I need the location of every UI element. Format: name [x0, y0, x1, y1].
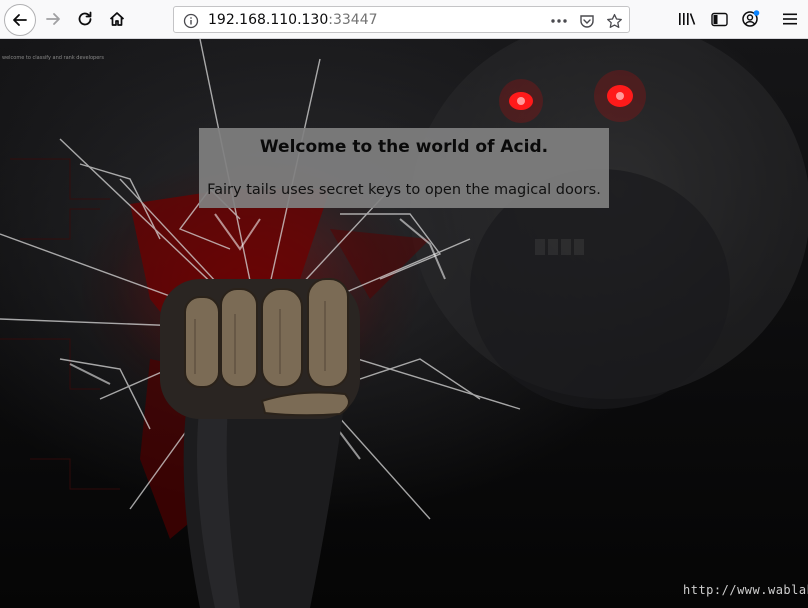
info-icon[interactable] [181, 11, 201, 31]
star-icon[interactable] [604, 11, 624, 31]
home-icon [109, 12, 125, 26]
tiny-header-text: welcome to classify and rank developers [2, 55, 104, 61]
sidebar-icon[interactable] [708, 8, 730, 30]
welcome-box: Welcome to the world of Acid. Fairy tail… [199, 128, 609, 208]
page-title: Welcome to the world of Acid. [259, 137, 549, 157]
more-dots-icon[interactable] [549, 11, 569, 31]
page-subtitle: Fairy tails uses secret keys to open the… [207, 182, 601, 198]
url-bar[interactable]: 192.168.110.130:33447 [173, 6, 630, 33]
home-button[interactable] [102, 5, 132, 33]
background-artwork [0, 39, 808, 608]
url-port: :33447 [328, 12, 378, 28]
library-icon[interactable] [676, 8, 698, 30]
forward-arrow-icon [46, 13, 60, 25]
url-host: 192.168.110.130 [208, 12, 329, 28]
forward-button[interactable] [38, 5, 68, 33]
page-content: welcome to classify and rank developers … [0, 39, 808, 608]
account-icon[interactable] [740, 8, 762, 30]
back-arrow-icon [13, 14, 27, 26]
hamburger-menu-icon[interactable] [779, 8, 801, 30]
back-button[interactable] [4, 4, 36, 36]
watermark-text: http://www.wablab [683, 583, 808, 597]
pocket-icon[interactable] [577, 11, 597, 31]
reload-icon [78, 11, 92, 26]
browser-toolbar: 192.168.110.130:33447 [0, 0, 808, 39]
reload-button[interactable] [70, 5, 100, 33]
url-text[interactable]: 192.168.110.130:33447 [208, 12, 378, 28]
